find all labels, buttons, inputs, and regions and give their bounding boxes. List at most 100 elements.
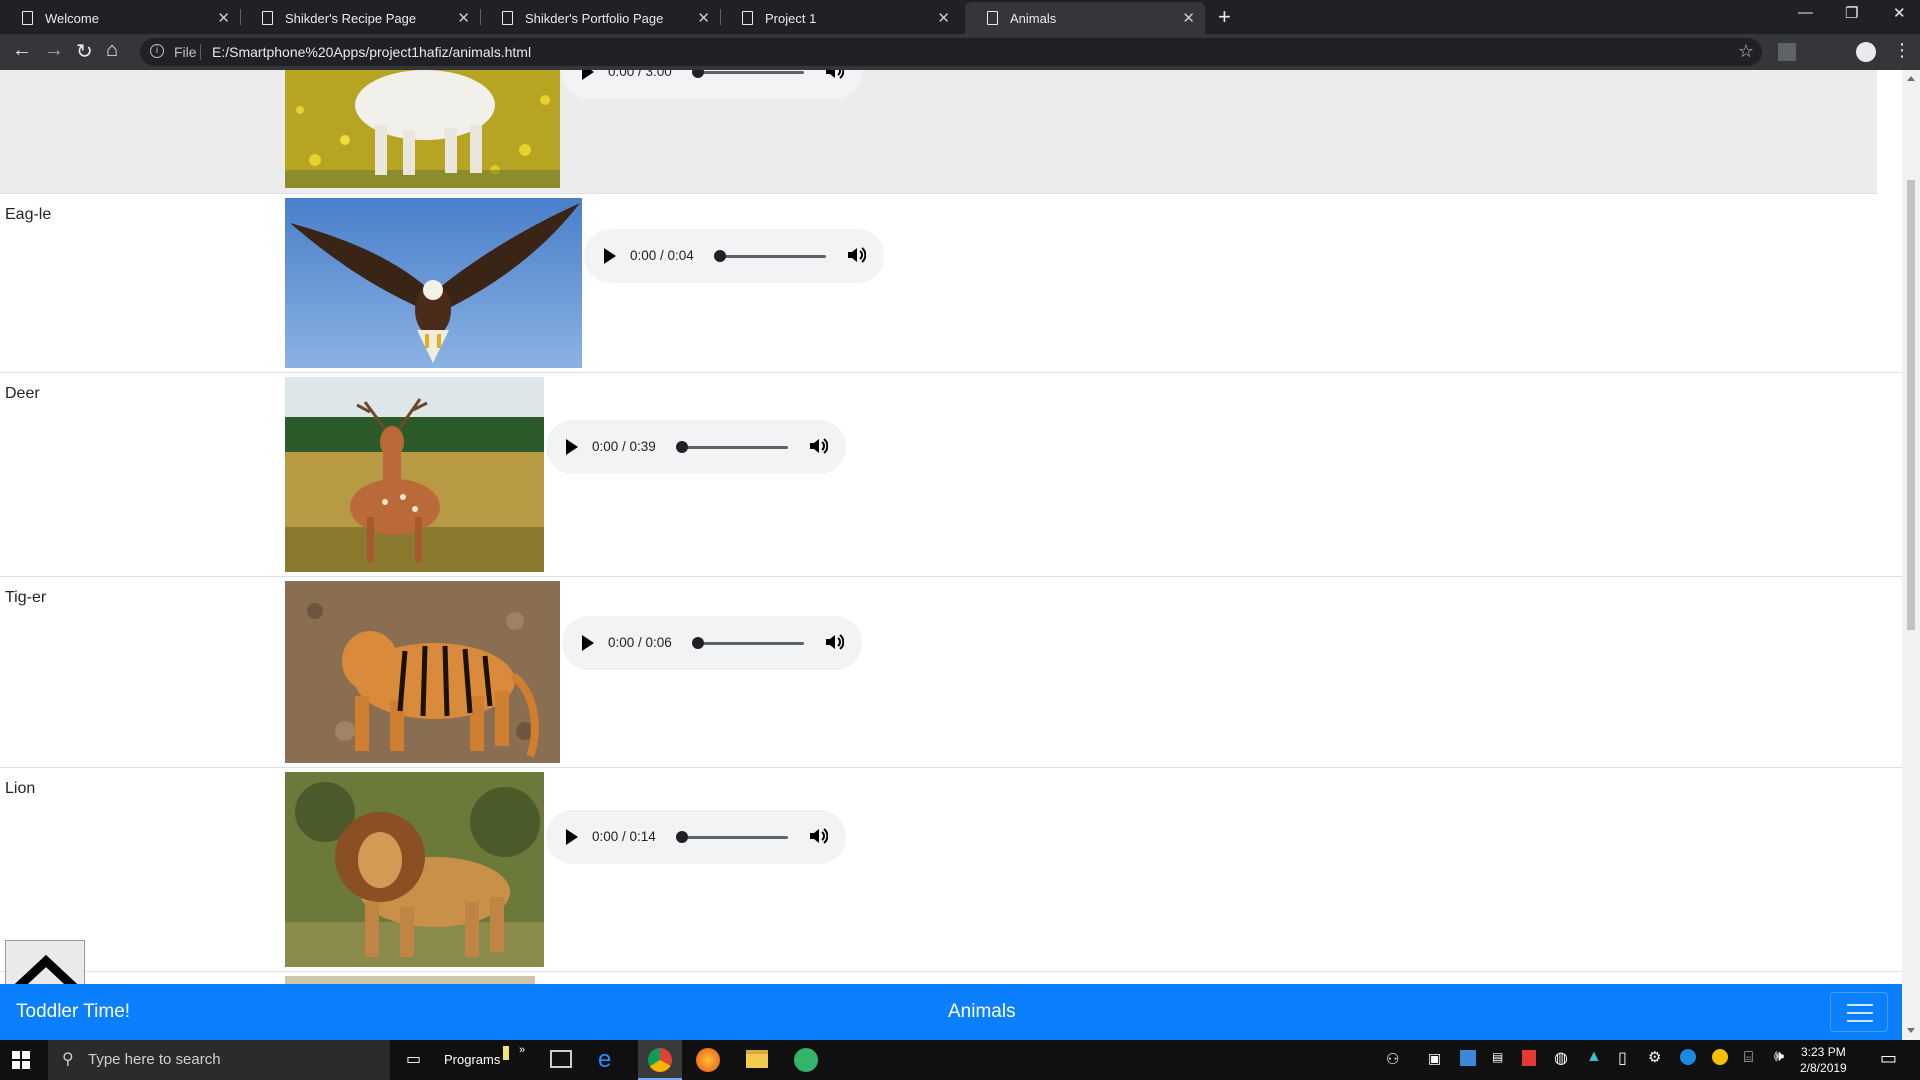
programs-toolbar[interactable]: Programs bbox=[444, 1052, 500, 1067]
address-bar[interactable]: i File E:/Smartphone%20Apps/project1hafi… bbox=[140, 38, 1762, 66]
seek-thumb[interactable] bbox=[692, 637, 704, 649]
play-icon[interactable] bbox=[604, 248, 616, 264]
audio-time: 0:00 / 0:39 bbox=[592, 439, 656, 454]
page-viewport: 0:00 / 3:00 Eag-le 0:00 / 0:04 Deer 0:00… bbox=[0, 70, 1920, 1040]
window-close-icon[interactable]: ✕ bbox=[1893, 4, 1906, 22]
tray-app-icon[interactable]: ▲ bbox=[1586, 1048, 1602, 1066]
clock-date: 2/8/2019 bbox=[1800, 1061, 1847, 1075]
terminal-icon[interactable] bbox=[550, 1050, 572, 1068]
search-placeholder: Type here to search bbox=[88, 1051, 221, 1068]
tab-animals[interactable]: Animals ✕ bbox=[965, 2, 1205, 34]
play-icon[interactable] bbox=[582, 70, 594, 80]
tiger-image bbox=[285, 581, 560, 763]
seek-track[interactable] bbox=[680, 836, 788, 839]
seek-track[interactable] bbox=[680, 446, 788, 449]
seek-thumb[interactable] bbox=[676, 441, 688, 453]
tab-recipe[interactable]: Shikder's Recipe Page ✕ bbox=[240, 2, 480, 34]
taskbar-clock[interactable]: 3:23 PM 2/8/2019 bbox=[1800, 1044, 1847, 1076]
address-divider bbox=[200, 44, 201, 60]
chrome-taskbar-button[interactable] bbox=[638, 1040, 682, 1080]
tray-app-icon[interactable] bbox=[1680, 1049, 1696, 1065]
network-icon[interactable]: ⌸ bbox=[1744, 1049, 1753, 1066]
volume-icon[interactable] bbox=[824, 632, 844, 652]
volume-icon[interactable] bbox=[808, 436, 828, 456]
play-icon[interactable] bbox=[566, 829, 578, 845]
volume-icon[interactable]: 🕪 bbox=[1774, 1048, 1784, 1066]
profile-avatar-icon[interactable] bbox=[1856, 42, 1876, 62]
animal-name: Deer bbox=[5, 385, 40, 402]
seek-track[interactable] bbox=[718, 255, 826, 258]
lion-image bbox=[285, 772, 544, 967]
tab-welcome[interactable]: Welcome ✕ bbox=[0, 2, 240, 34]
home-icon[interactable]: ⌂ bbox=[106, 39, 118, 62]
close-icon[interactable]: ✕ bbox=[697, 9, 710, 27]
notifications-icon[interactable]: ▭ bbox=[1880, 1048, 1897, 1069]
hamburger-line bbox=[1847, 1012, 1873, 1014]
tray-app-icon[interactable] bbox=[1712, 1049, 1728, 1065]
close-icon[interactable]: ✕ bbox=[457, 9, 470, 27]
reload-icon[interactable]: ↻ bbox=[76, 39, 93, 64]
audio-player[interactable]: 0:00 / 0:06 bbox=[562, 616, 862, 670]
seek-track[interactable] bbox=[696, 642, 804, 645]
tab-strip: Welcome ✕ Shikder's Recipe Page ✕ Shikde… bbox=[0, 0, 1920, 34]
minimize-icon[interactable]: — bbox=[1798, 4, 1813, 21]
goat-image bbox=[285, 70, 560, 188]
seek-thumb[interactable] bbox=[714, 250, 726, 262]
play-icon[interactable] bbox=[566, 439, 578, 455]
page-icon bbox=[502, 11, 513, 25]
seek-thumb[interactable] bbox=[692, 70, 704, 78]
tray-icon[interactable]: ▣ bbox=[1428, 1050, 1441, 1067]
volume-icon[interactable] bbox=[808, 826, 828, 846]
tab-project-1[interactable]: Project 1 ✕ bbox=[720, 2, 960, 34]
close-icon[interactable]: ✕ bbox=[937, 9, 950, 27]
tray-app-icon[interactable]: ▤ bbox=[1492, 1050, 1503, 1064]
seek-thumb[interactable] bbox=[676, 831, 688, 843]
scroll-up-icon[interactable] bbox=[1907, 76, 1915, 81]
navbar-brand[interactable]: Toddler Time! bbox=[16, 1001, 130, 1023]
chevron-right-icon[interactable]: » bbox=[519, 1044, 525, 1056]
address-url[interactable]: E:/Smartphone%20Apps/project1hafiz/anima… bbox=[212, 44, 531, 60]
volume-icon[interactable] bbox=[846, 245, 866, 265]
forward-arrow-icon[interactable]: → bbox=[44, 39, 64, 62]
animal-name: Tig-er bbox=[5, 589, 47, 606]
page-icon bbox=[742, 11, 753, 25]
audio-player[interactable]: 0:00 / 0:14 bbox=[546, 810, 846, 864]
page-icon bbox=[987, 11, 998, 25]
animal-row: Lion 0:00 / 0:14 bbox=[0, 768, 1902, 972]
audio-player[interactable]: 0:00 / 3:00 bbox=[562, 70, 862, 99]
windows-start-icon[interactable] bbox=[12, 1051, 30, 1069]
scroll-down-icon[interactable] bbox=[1907, 1028, 1915, 1033]
close-icon[interactable]: ✕ bbox=[217, 9, 230, 27]
globe-icon[interactable]: ◍ bbox=[1554, 1048, 1568, 1068]
edge-icon[interactable]: e bbox=[598, 1046, 611, 1074]
bookmark-star-icon[interactable]: ☆ bbox=[1738, 41, 1754, 62]
extension-icon[interactable] bbox=[1778, 43, 1796, 61]
audio-player[interactable]: 0:00 / 0:39 bbox=[546, 420, 846, 474]
network-app-icon[interactable] bbox=[794, 1048, 818, 1072]
new-tab-plus-icon[interactable]: + bbox=[1218, 4, 1231, 30]
folder-icon[interactable] bbox=[503, 1046, 509, 1060]
page-scrollbar[interactable] bbox=[1902, 70, 1920, 1040]
task-view-icon[interactable]: ▭ bbox=[406, 1049, 421, 1069]
taskbar-search-input[interactable]: ⚲ Type here to search bbox=[48, 1040, 390, 1080]
tab-portfolio[interactable]: Shikder's Portfolio Page ✕ bbox=[480, 2, 720, 34]
tray-app-icon[interactable]: ⚙ bbox=[1648, 1048, 1661, 1066]
back-arrow-icon[interactable]: ← bbox=[12, 39, 32, 62]
play-icon[interactable] bbox=[582, 635, 594, 651]
close-icon[interactable]: ✕ bbox=[1182, 9, 1195, 27]
volume-icon[interactable] bbox=[824, 70, 844, 81]
antivirus-icon[interactable] bbox=[1522, 1050, 1536, 1066]
audio-player[interactable]: 0:00 / 0:04 bbox=[584, 229, 884, 283]
tray-app-icon[interactable] bbox=[1460, 1050, 1476, 1066]
file-explorer-icon[interactable] bbox=[746, 1050, 768, 1068]
menu-toggle-button[interactable] bbox=[1830, 992, 1888, 1032]
firefox-icon[interactable] bbox=[696, 1048, 720, 1072]
seek-track[interactable] bbox=[696, 71, 804, 74]
info-icon[interactable]: i bbox=[150, 44, 164, 58]
scroll-thumb[interactable] bbox=[1907, 180, 1915, 630]
hamburger-icon bbox=[1847, 1004, 1873, 1006]
usb-icon[interactable]: ▯ bbox=[1618, 1048, 1627, 1068]
people-icon[interactable]: ⚇ bbox=[1386, 1050, 1399, 1068]
more-menu-icon[interactable]: ⋮ bbox=[1893, 40, 1911, 61]
restore-icon[interactable]: ❐ bbox=[1845, 4, 1858, 22]
